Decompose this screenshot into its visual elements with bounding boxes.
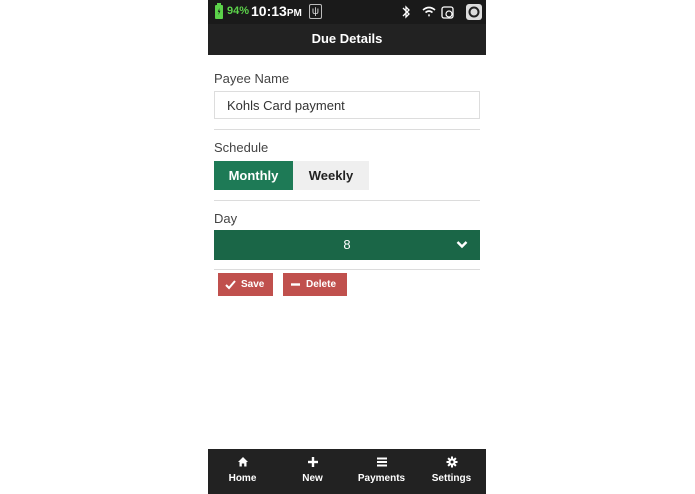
- clock-ampm: PM: [286, 8, 302, 19]
- check-icon: [225, 280, 236, 290]
- status-bar: 94% 10:13PM ψ: [208, 0, 486, 24]
- nav-payments-label: Payments: [357, 473, 406, 484]
- bluetooth-icon: [402, 5, 410, 19]
- save-button[interactable]: Save: [218, 273, 273, 296]
- home-icon: [237, 457, 248, 467]
- nav-payments[interactable]: Payments: [347, 449, 416, 494]
- nav-settings[interactable]: Settings: [417, 449, 486, 494]
- clock: 10:13PM: [251, 3, 302, 19]
- battery-charging-icon: [215, 3, 223, 19]
- nav-home-label: Home: [228, 473, 257, 484]
- payee-name-input[interactable]: [214, 91, 480, 119]
- nav-new-label: New: [302, 473, 323, 484]
- day-select[interactable]: 8: [214, 230, 480, 260]
- day-select-value: 8: [343, 237, 351, 252]
- divider: [214, 269, 480, 270]
- save-button-label: Save: [241, 279, 265, 290]
- bottom-nav: Home New Payments Settings: [208, 449, 486, 494]
- nav-home[interactable]: Home: [208, 449, 277, 494]
- page-title: Due Details: [208, 24, 486, 55]
- schedule-label: Schedule: [214, 140, 269, 155]
- schedule-weekly-button[interactable]: Weekly: [293, 161, 369, 190]
- gear-icon: [446, 456, 457, 468]
- delete-button-label: Delete: [306, 279, 337, 290]
- schedule-monthly-button[interactable]: Monthly: [214, 161, 293, 190]
- payee-name-label: Payee Name: [214, 71, 290, 86]
- wifi-icon: [422, 6, 436, 17]
- usb-icon: ψ: [309, 4, 322, 19]
- battery-percent: 94%: [227, 5, 250, 17]
- camera-icon: [466, 4, 482, 20]
- divider: [214, 129, 480, 130]
- plus-icon: [307, 457, 318, 467]
- day-label: Day: [214, 211, 238, 226]
- chevron-down-icon: [456, 241, 468, 249]
- nav-new[interactable]: New: [278, 449, 347, 494]
- app-screen: 94% 10:13PM ψ Due Details Payee Name Sch…: [208, 0, 486, 494]
- divider: [214, 200, 480, 201]
- delete-button[interactable]: Delete: [283, 273, 347, 296]
- minus-icon: [291, 283, 300, 286]
- nav-settings-label: Settings: [431, 473, 472, 484]
- signal-icon: [441, 6, 454, 19]
- list-icon: [376, 457, 387, 467]
- clock-time: 10:13: [251, 3, 287, 19]
